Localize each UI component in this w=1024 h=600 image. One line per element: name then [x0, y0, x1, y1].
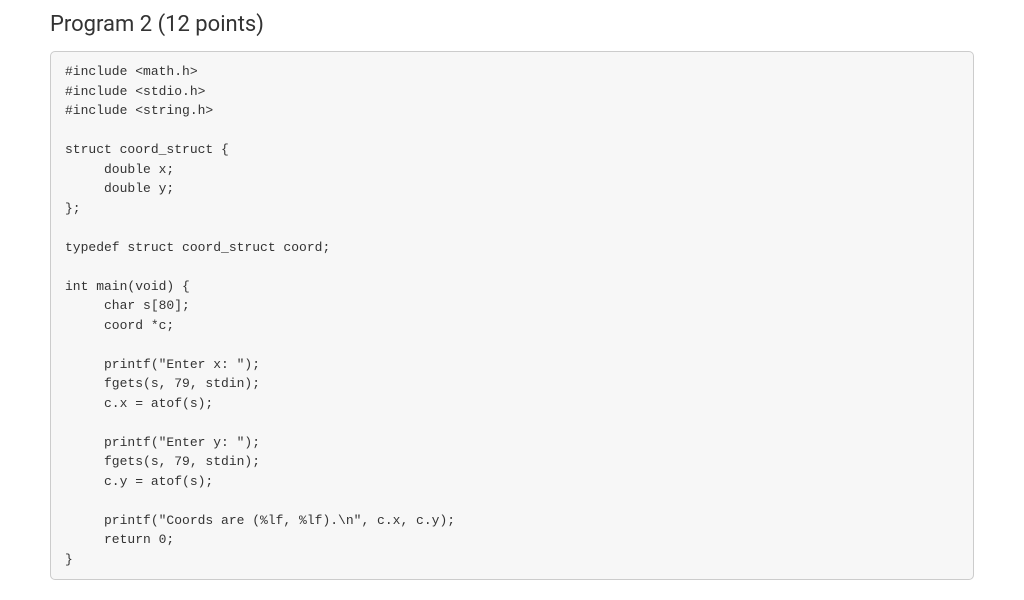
code-block: #include <math.h> #include <stdio.h> #in… [50, 51, 974, 580]
section-heading: Program 2 (12 points) [50, 12, 974, 37]
